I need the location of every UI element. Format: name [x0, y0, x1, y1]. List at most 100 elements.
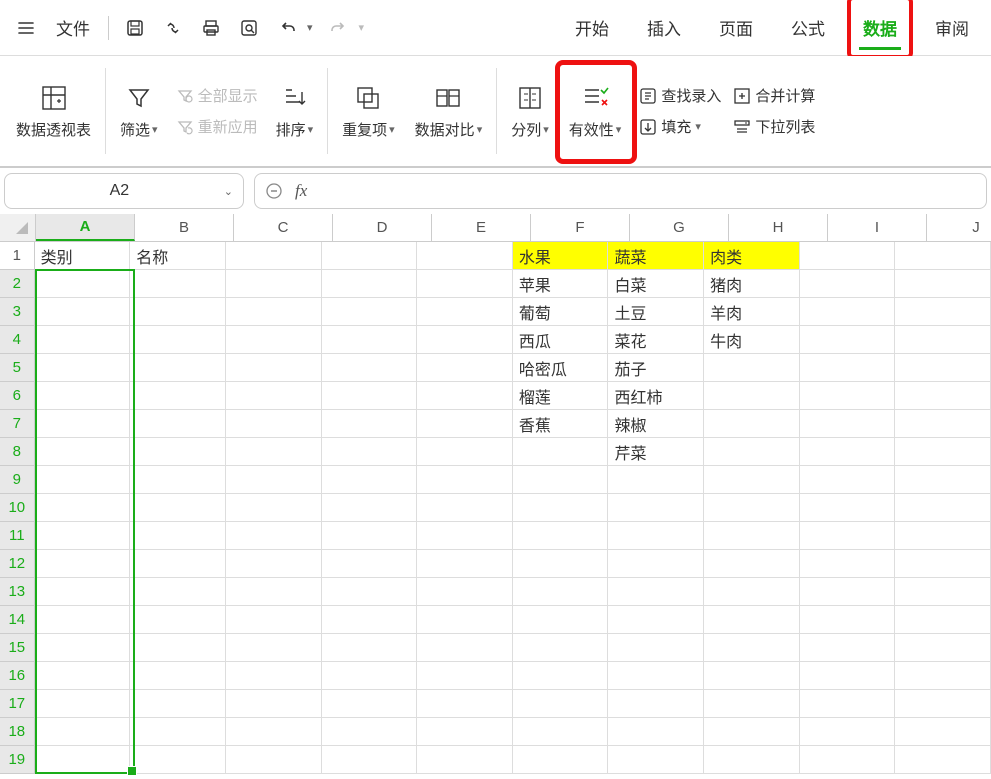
- cell-I9[interactable]: [800, 466, 896, 494]
- cell-E10[interactable]: [417, 494, 513, 522]
- row-header-19[interactable]: 19: [0, 746, 35, 774]
- cell-A1[interactable]: 类别: [35, 242, 131, 270]
- cell-I19[interactable]: [800, 746, 896, 774]
- chevron-down-icon[interactable]: ▾: [307, 21, 313, 34]
- cell-C3[interactable]: [226, 298, 322, 326]
- cell-B4[interactable]: [130, 326, 226, 354]
- cell-E6[interactable]: [417, 382, 513, 410]
- cell-E18[interactable]: [417, 718, 513, 746]
- cell-E14[interactable]: [417, 606, 513, 634]
- cell-I16[interactable]: [800, 662, 896, 690]
- cell-J12[interactable]: [895, 550, 991, 578]
- duplicates-button[interactable]: 重复项▾: [332, 56, 405, 166]
- pivot-table-button[interactable]: 数据透视表: [6, 56, 101, 166]
- cell-J19[interactable]: [895, 746, 991, 774]
- cell-J6[interactable]: [895, 382, 991, 410]
- cell-G13[interactable]: [608, 578, 704, 606]
- cell-A10[interactable]: [35, 494, 131, 522]
- cell-H8[interactable]: [704, 438, 800, 466]
- cell-B6[interactable]: [130, 382, 226, 410]
- cell-J4[interactable]: [895, 326, 991, 354]
- cell-H10[interactable]: [704, 494, 800, 522]
- cell-A3[interactable]: [35, 298, 131, 326]
- row-header-9[interactable]: 9: [0, 466, 35, 494]
- column-header-C[interactable]: C: [234, 214, 333, 241]
- cell-C11[interactable]: [226, 522, 322, 550]
- name-box[interactable]: A2 ⌄: [4, 173, 244, 209]
- cell-C2[interactable]: [226, 270, 322, 298]
- cell-C17[interactable]: [226, 690, 322, 718]
- cell-E17[interactable]: [417, 690, 513, 718]
- cell-I10[interactable]: [800, 494, 896, 522]
- cell-F1[interactable]: 水果: [513, 242, 609, 270]
- cell-I17[interactable]: [800, 690, 896, 718]
- cell-D2[interactable]: [322, 270, 418, 298]
- cell-B11[interactable]: [130, 522, 226, 550]
- cell-F10[interactable]: [513, 494, 609, 522]
- cell-G11[interactable]: [608, 522, 704, 550]
- cell-F12[interactable]: [513, 550, 609, 578]
- column-header-B[interactable]: B: [135, 214, 234, 241]
- cell-H3[interactable]: 羊肉: [704, 298, 800, 326]
- cell-J14[interactable]: [895, 606, 991, 634]
- cell-D1[interactable]: [322, 242, 418, 270]
- cell-D19[interactable]: [322, 746, 418, 774]
- cell-G10[interactable]: [608, 494, 704, 522]
- cell-B7[interactable]: [130, 410, 226, 438]
- show-all-button[interactable]: 全部显示: [176, 85, 258, 106]
- cell-J9[interactable]: [895, 466, 991, 494]
- cell-I11[interactable]: [800, 522, 896, 550]
- cell-D5[interactable]: [322, 354, 418, 382]
- cell-J16[interactable]: [895, 662, 991, 690]
- column-header-A[interactable]: A: [36, 214, 135, 241]
- cell-G4[interactable]: 菜花: [608, 326, 704, 354]
- cell-I6[interactable]: [800, 382, 896, 410]
- cell-I3[interactable]: [800, 298, 896, 326]
- cell-E15[interactable]: [417, 634, 513, 662]
- cell-H13[interactable]: [704, 578, 800, 606]
- cell-C16[interactable]: [226, 662, 322, 690]
- cell-B12[interactable]: [130, 550, 226, 578]
- cell-A7[interactable]: [35, 410, 131, 438]
- cell-F17[interactable]: [513, 690, 609, 718]
- cell-D6[interactable]: [322, 382, 418, 410]
- cell-B16[interactable]: [130, 662, 226, 690]
- cell-G9[interactable]: [608, 466, 704, 494]
- preview-icon[interactable]: [231, 10, 267, 46]
- cell-G3[interactable]: 土豆: [608, 298, 704, 326]
- cell-A18[interactable]: [35, 718, 131, 746]
- row-header-17[interactable]: 17: [0, 690, 35, 718]
- column-header-J[interactable]: J: [927, 214, 991, 241]
- cell-A17[interactable]: [35, 690, 131, 718]
- row-header-10[interactable]: 10: [0, 494, 35, 522]
- row-header-12[interactable]: 12: [0, 550, 35, 578]
- cell-H18[interactable]: [704, 718, 800, 746]
- cell-D4[interactable]: [322, 326, 418, 354]
- cell-H9[interactable]: [704, 466, 800, 494]
- cell-I15[interactable]: [800, 634, 896, 662]
- cell-F18[interactable]: [513, 718, 609, 746]
- cell-B14[interactable]: [130, 606, 226, 634]
- menu-tab-4[interactable]: 数据: [859, 9, 901, 46]
- cell-H4[interactable]: 牛肉: [704, 326, 800, 354]
- cell-C10[interactable]: [226, 494, 322, 522]
- cell-E2[interactable]: [417, 270, 513, 298]
- cell-A12[interactable]: [35, 550, 131, 578]
- cell-H7[interactable]: [704, 410, 800, 438]
- cell-F14[interactable]: [513, 606, 609, 634]
- cell-A15[interactable]: [35, 634, 131, 662]
- chevron-down-icon[interactable]: ⌄: [224, 185, 233, 198]
- cell-A6[interactable]: [35, 382, 131, 410]
- redo-icon[interactable]: [321, 10, 357, 46]
- cell-D7[interactable]: [322, 410, 418, 438]
- cell-D17[interactable]: [322, 690, 418, 718]
- cell-F11[interactable]: [513, 522, 609, 550]
- cell-C19[interactable]: [226, 746, 322, 774]
- cell-C5[interactable]: [226, 354, 322, 382]
- row-header-7[interactable]: 7: [0, 410, 35, 438]
- menu-tab-5[interactable]: 审阅: [931, 9, 973, 46]
- menu-icon[interactable]: [8, 10, 44, 46]
- cell-C8[interactable]: [226, 438, 322, 466]
- cell-J1[interactable]: [895, 242, 991, 270]
- cell-I12[interactable]: [800, 550, 896, 578]
